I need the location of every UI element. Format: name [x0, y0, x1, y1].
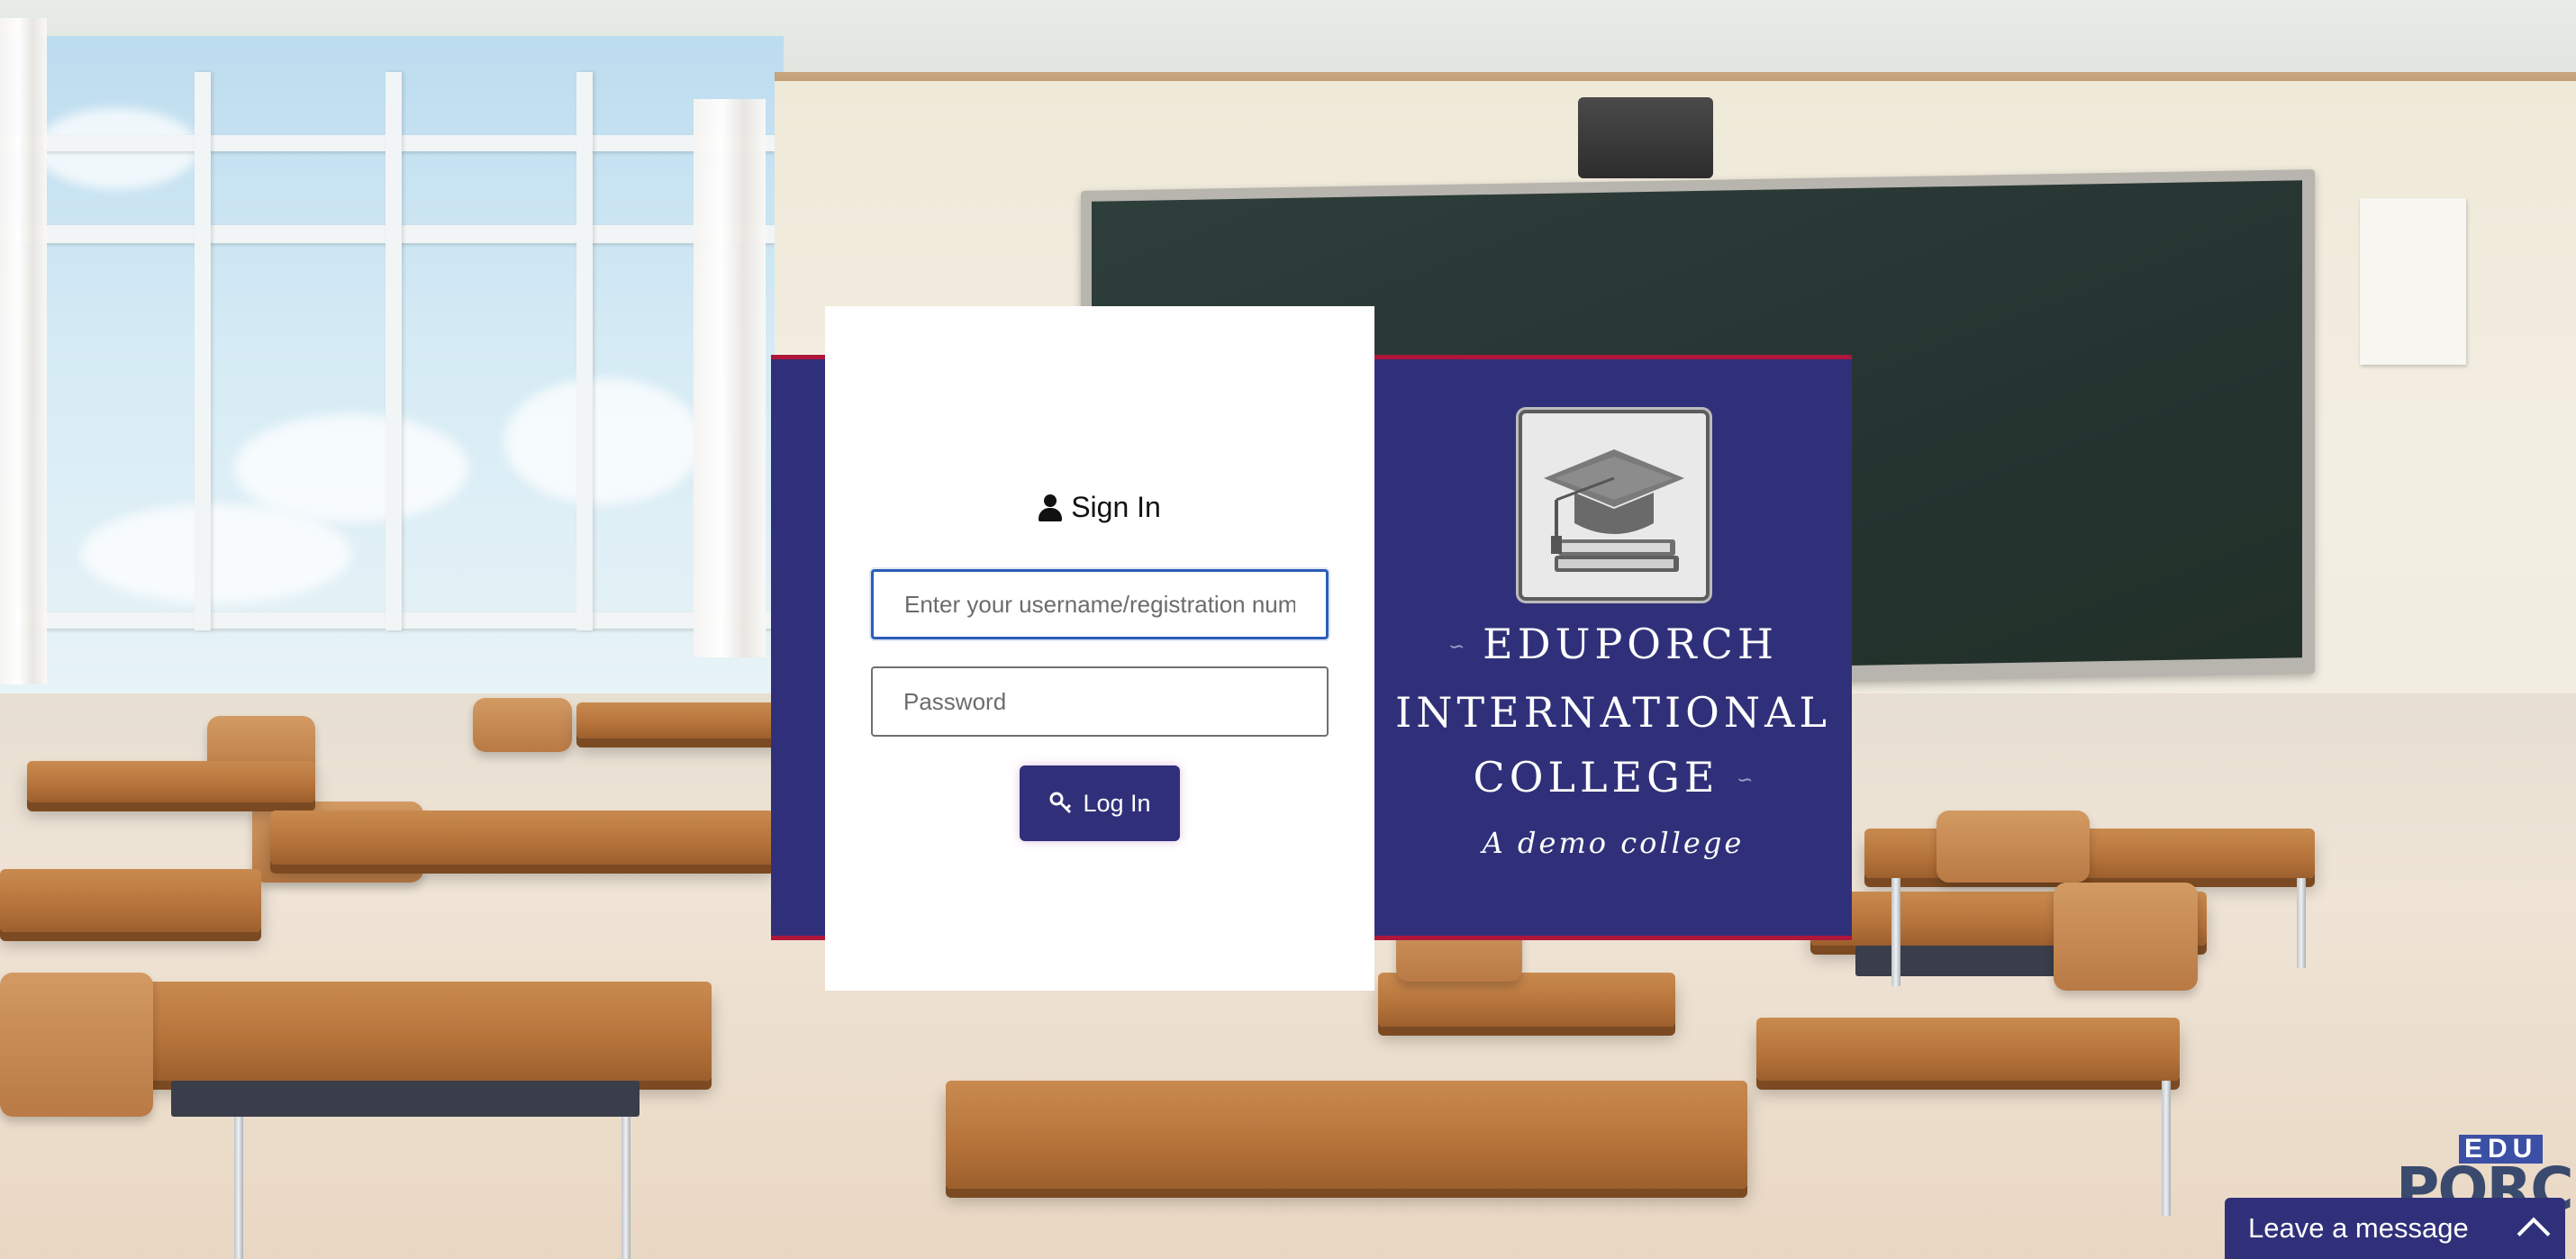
flourish-icon: ∽: [1737, 769, 1754, 792]
college-panel: ∽ EDUPORCH INTERNATIONAL COLLEGE ∽ A dem…: [1374, 359, 1852, 936]
graduation-cap-books-icon: [1519, 410, 1710, 601]
brand-top: EDU: [2459, 1135, 2544, 1164]
login-button-label: Log In: [1083, 789, 1151, 817]
college-name-line3: COLLEGE: [1473, 753, 1719, 802]
college-name-line2: INTERNATIONAL: [1395, 688, 1831, 737]
desk: [576, 702, 784, 738]
speaker: [1578, 97, 1713, 178]
desk-leg: [2297, 878, 2306, 968]
desk: [1756, 1018, 2180, 1081]
desk-leg: [2162, 1081, 2171, 1216]
signin-card: Sign In Log In: [825, 306, 1374, 991]
desk: [135, 982, 712, 1081]
chair: [473, 698, 572, 752]
desk-leg: [234, 1117, 243, 1259]
chair: [1937, 811, 2090, 883]
cloud: [81, 504, 351, 603]
cloud: [504, 378, 703, 504]
signin-title: Sign In: [1071, 491, 1161, 523]
desk: [0, 869, 261, 932]
eduporch-logo: PORCH EDU: [2396, 1135, 2576, 1225]
desk: [946, 1081, 1747, 1189]
password-input[interactable]: [871, 666, 1329, 737]
chevron-up-icon: [2517, 1217, 2551, 1251]
wall-paper: [2360, 198, 2466, 365]
desk: [27, 761, 315, 802]
username-input[interactable]: [871, 569, 1329, 639]
window-frame: [576, 72, 593, 630]
flourish-icon: ∽: [1448, 636, 1465, 658]
signin-heading: Sign In: [825, 491, 1374, 524]
desk-leg: [1891, 878, 1900, 986]
cloud: [234, 414, 468, 522]
user-icon: [1039, 494, 1063, 521]
chair: [2054, 883, 2198, 991]
curtain: [0, 18, 47, 684]
window-frame: [195, 72, 211, 630]
college-name: ∽ EDUPORCH INTERNATIONAL COLLEGE ∽: [1374, 611, 1852, 813]
desk-leg: [621, 1117, 630, 1259]
key-icon: [1048, 791, 1074, 816]
desk-drawer: [171, 1081, 639, 1117]
chair: [0, 973, 153, 1117]
leave-message-label: Leave a message: [2248, 1212, 2469, 1244]
curtain: [694, 99, 766, 657]
leave-message-button[interactable]: Leave a message: [2225, 1198, 2565, 1259]
login-button[interactable]: Log In: [1020, 765, 1180, 841]
window-frame: [385, 72, 402, 630]
desk: [1864, 829, 2315, 878]
college-tagline: A demo college: [1482, 826, 1745, 860]
desk: [270, 811, 775, 865]
college-name-line1: EDUPORCH: [1483, 620, 1778, 668]
